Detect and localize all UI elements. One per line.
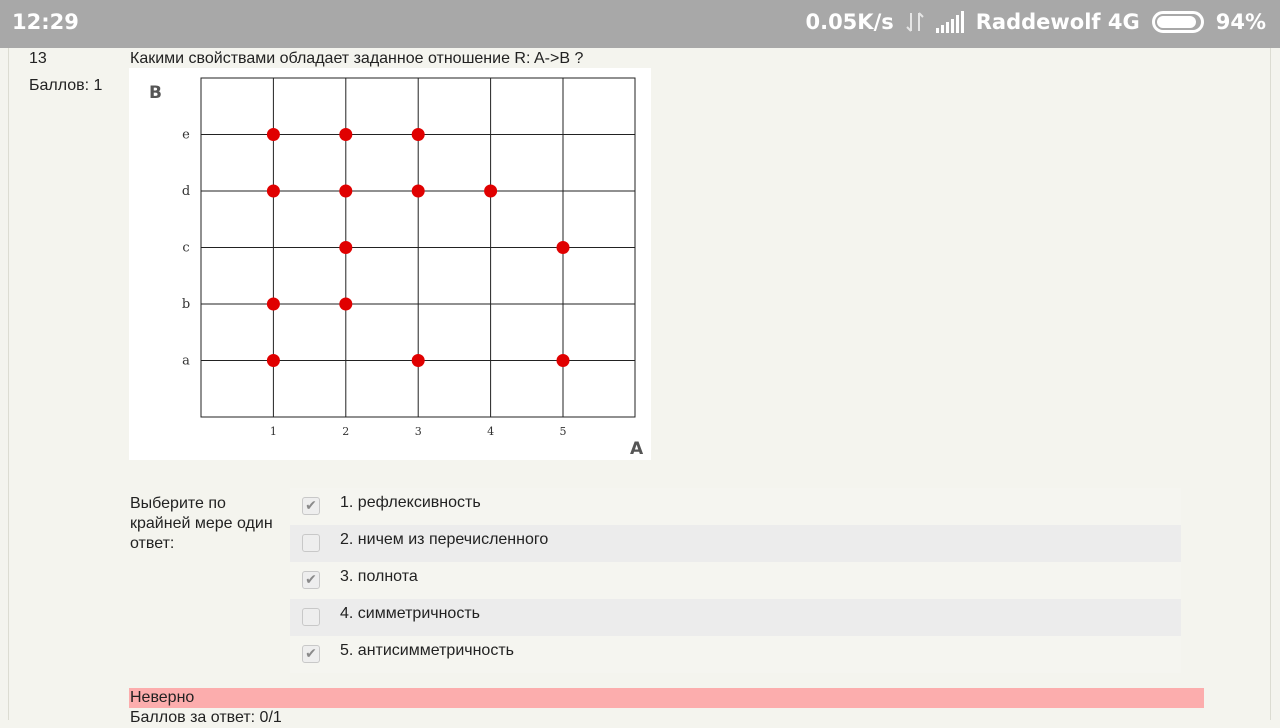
x-tick-label-3: 3: [415, 425, 422, 438]
battery-icon: [1151, 11, 1204, 33]
relation-point-2d: [339, 184, 353, 198]
answer-option-1[interactable]: ✔ 1. рефлексивность: [290, 488, 1181, 525]
answer-option-5[interactable]: ✔ 5. антисимметричность: [290, 636, 1181, 673]
answer-option-4[interactable]: 4. симметричность: [290, 599, 1181, 636]
relation-point-4d: [484, 184, 498, 198]
answer-list: ✔ 1. рефлексивность 2. ничем из перечисл…: [290, 488, 1181, 673]
x-tick-label-4: 4: [487, 425, 494, 438]
y-tick-label-c: c: [182, 241, 189, 256]
signal-strength-icon: [935, 11, 964, 33]
relation-point-3a: [411, 354, 425, 367]
relation-point-1a: [266, 354, 280, 367]
answer-label-5: 5. антисимметричность: [340, 642, 514, 659]
relation-point-2b: [339, 297, 353, 311]
status-right: 0.05K/s Raddewolf 4G 94%: [805, 10, 1266, 34]
x-tick-label-5: 5: [560, 425, 567, 438]
relation-point-3e: [411, 128, 425, 141]
answer-label-4: 4. симметричность: [340, 605, 480, 622]
answer-label-3: 3. полнота: [340, 568, 418, 585]
network-speed: 0.05K/s: [805, 10, 894, 34]
y-tick-label-a: a: [182, 354, 190, 369]
answer-score: Баллов за ответ: 0/1: [130, 709, 282, 726]
relation-point-2c: [339, 241, 353, 254]
relation-point-3d: [411, 184, 425, 198]
y-axis-label: B: [149, 83, 162, 103]
question-points: Баллов: 1: [29, 77, 103, 94]
answer-checkbox-1[interactable]: ✔: [302, 497, 320, 515]
answer-prompt: Выберите по крайней мере один ответ:: [130, 495, 273, 552]
relation-point-5a: [556, 354, 570, 367]
relation-chart: 1 2 3 4 5 a b c d e B A: [129, 68, 651, 460]
data-transfer-icon: [906, 11, 924, 33]
relation-point-5c: [556, 241, 570, 254]
answer-option-3[interactable]: ✔ 3. полнота: [290, 562, 1181, 599]
x-tick-label-2: 2: [342, 425, 349, 438]
relation-point-1d: [266, 184, 280, 198]
page-border-left: [8, 48, 9, 720]
x-tick-label-1: 1: [270, 425, 277, 438]
answer-checkbox-5[interactable]: ✔: [302, 645, 320, 663]
status-time: 12:29: [12, 10, 79, 34]
answer-option-2[interactable]: 2. ничем из перечисленного: [290, 525, 1181, 562]
battery-fill: [1156, 16, 1197, 28]
feedback-incorrect: Неверно: [129, 688, 1204, 708]
page-border-right: [1270, 48, 1271, 720]
answer-label-1: 1. рефлексивность: [340, 494, 481, 511]
carrier-name: Raddewolf 4G: [975, 10, 1140, 34]
relation-chart-svg: 1 2 3 4 5 a b c d e B A: [149, 77, 644, 459]
relation-point-2e: [339, 128, 353, 141]
y-tick-label-b: b: [182, 297, 190, 312]
question-text: Какими свойствами обладает заданное отно…: [130, 50, 584, 67]
answer-label-2: 2. ничем из перечисленного: [340, 531, 549, 548]
relation-point-1b: [266, 297, 280, 311]
y-tick-label-d: d: [182, 184, 190, 199]
x-axis-label: A: [630, 439, 644, 459]
status-bar: 12:29 0.05K/s Raddewolf 4G 94%: [0, 0, 1280, 48]
answer-checkbox-2[interactable]: [302, 534, 320, 552]
relation-point-1e: [266, 128, 280, 141]
battery-percent: 94%: [1215, 10, 1266, 34]
answer-checkbox-3[interactable]: ✔: [302, 571, 320, 589]
question-number: 13: [29, 50, 47, 67]
answer-checkbox-4[interactable]: [302, 608, 320, 626]
y-tick-label-e: e: [182, 128, 190, 143]
